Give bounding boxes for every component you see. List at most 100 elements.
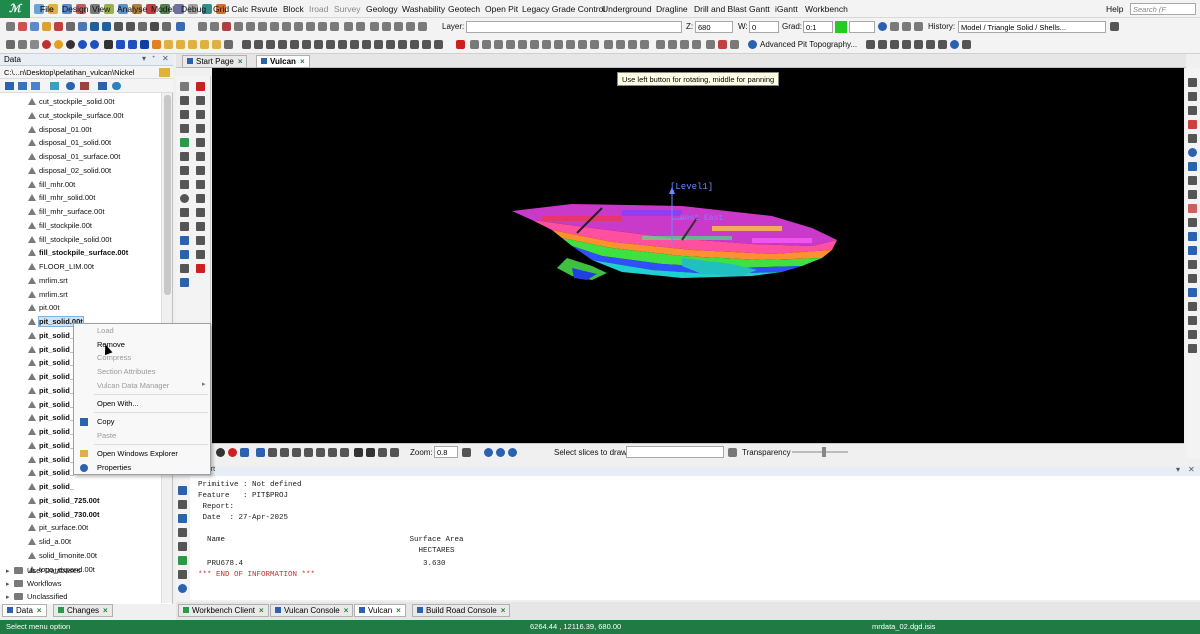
- reset-view-icon[interactable]: [422, 40, 431, 49]
- tab-vulcan-report[interactable]: Vulcan ×: [354, 604, 406, 617]
- menu-washability[interactable]: Washability: [402, 4, 445, 14]
- zoom-extents-icon[interactable]: [290, 40, 299, 49]
- copy-icon[interactable]: [66, 22, 75, 31]
- orbit-icon[interactable]: [304, 448, 313, 457]
- deselect-icon[interactable]: [590, 40, 599, 49]
- tree-file-item[interactable]: fill_stockpile.00t: [28, 219, 92, 232]
- draw-move-icon[interactable]: [196, 96, 205, 105]
- menu-item-section-attributes[interactable]: Section Attributes: [97, 366, 155, 378]
- select-inside-icon[interactable]: [566, 40, 575, 49]
- snap-line-icon[interactable]: [234, 22, 243, 31]
- grid-view-icon[interactable]: [50, 82, 59, 90]
- menu-geology[interactable]: Geology: [366, 4, 398, 14]
- tree-file-item[interactable]: fill_mhr_solid.00t: [28, 191, 95, 204]
- view-section-icon[interactable]: [350, 40, 359, 49]
- colour-select[interactable]: [849, 21, 875, 33]
- right-tool-17-icon[interactable]: [1188, 302, 1197, 311]
- menu-open-pit[interactable]: Open Pit: [485, 4, 518, 14]
- report-tool-3-icon[interactable]: [178, 514, 187, 523]
- tree-file-item[interactable]: pit.00t: [28, 301, 59, 314]
- draw-dimension-icon[interactable]: [196, 250, 205, 259]
- view-next-icon[interactable]: [374, 40, 383, 49]
- lighting-icon[interactable]: [390, 448, 399, 457]
- section-icon[interactable]: [224, 40, 233, 49]
- select-poly-icon[interactable]: [530, 40, 539, 49]
- draw-split-icon[interactable]: [196, 152, 205, 161]
- pit-tool-h-icon[interactable]: [962, 40, 971, 49]
- tree-file-item[interactable]: pit_solid_: [28, 466, 74, 479]
- menu-block[interactable]: Block: [283, 4, 304, 14]
- snap-icon[interactable]: [198, 22, 207, 31]
- paste-icon[interactable]: [78, 22, 87, 31]
- tree-file-item[interactable]: pit_solid_: [28, 384, 74, 397]
- slice-prev-icon[interactable]: [484, 448, 493, 457]
- menu-item-compress[interactable]: Compress: [97, 352, 131, 364]
- menu-debug[interactable]: Debug: [181, 4, 206, 14]
- right-tool-12-icon[interactable]: [1188, 232, 1197, 241]
- report-close-icon[interactable]: ✕: [1188, 465, 1195, 474]
- redraw-icon[interactable]: [398, 40, 407, 49]
- scissors-icon[interactable]: [162, 22, 171, 31]
- pan-icon[interactable]: [242, 40, 251, 49]
- menu-item-vulcan-data-manager[interactable]: Vulcan Data Manager: [97, 380, 169, 392]
- menu-geotech[interactable]: Geotech: [448, 4, 480, 14]
- tree-file-item[interactable]: pit_solid_: [28, 398, 74, 411]
- print-preview-icon[interactable]: [114, 22, 123, 31]
- grid-toggle-icon[interactable]: [316, 448, 325, 457]
- axis-icon[interactable]: [382, 22, 391, 31]
- tree-file-item[interactable]: pit_solid_: [28, 343, 74, 356]
- filter-type-icon[interactable]: [640, 40, 649, 49]
- menu-rsvute[interactable]: Rsvute: [251, 4, 277, 14]
- draw-curve-icon[interactable]: [180, 166, 189, 175]
- tree-file-item[interactable]: disposal_02_solid.00t: [28, 164, 111, 177]
- draw-line-icon[interactable]: [180, 110, 189, 119]
- tools-icon[interactable]: [706, 40, 715, 49]
- right-tool-6-icon[interactable]: [1188, 148, 1197, 157]
- tree-file-item[interactable]: FLOOR_LIM.00t: [28, 260, 94, 273]
- right-tool-19-icon[interactable]: [1188, 330, 1197, 339]
- draw-mirror-icon[interactable]: [196, 194, 205, 203]
- stop-icon[interactable]: [216, 448, 225, 457]
- menu-file[interactable]: File: [40, 4, 54, 14]
- zoom-apply-icon[interactable]: [462, 448, 471, 457]
- draw-polygon-icon[interactable]: [180, 124, 189, 133]
- view-prev-icon[interactable]: [386, 40, 395, 49]
- draw-circle-icon[interactable]: [180, 194, 189, 203]
- select-window-icon[interactable]: [518, 40, 527, 49]
- database-icon[interactable]: [200, 40, 209, 49]
- folder-icon[interactable]: [42, 22, 51, 31]
- menu-survey[interactable]: Survey: [334, 4, 360, 14]
- tree-file-item[interactable]: pit_solid_: [28, 453, 74, 466]
- report-tool-1-icon[interactable]: [178, 486, 187, 495]
- pin-panel-icon[interactable]: ᐩ: [152, 54, 155, 63]
- scrollbar-thumb[interactable]: [164, 95, 171, 295]
- tab-build-road-console[interactable]: Build Road Console ×: [412, 604, 511, 617]
- delete-icon[interactable]: [54, 22, 63, 31]
- pit-tool-c-icon[interactable]: [890, 40, 899, 49]
- draw-rect-icon[interactable]: [180, 152, 189, 161]
- draw-break-icon[interactable]: [196, 180, 205, 189]
- report-tool-2-icon[interactable]: [178, 500, 187, 509]
- menu-item-open-with[interactable]: Open With...: [97, 398, 139, 410]
- plane-icon[interactable]: [394, 22, 403, 31]
- drill-icon[interactable]: [188, 40, 197, 49]
- right-tool-14-icon[interactable]: [1188, 260, 1197, 269]
- report-tool-8-icon[interactable]: [178, 584, 187, 593]
- zoom-input[interactable]: 0.8: [434, 446, 458, 458]
- save-disk-icon[interactable]: [150, 22, 159, 31]
- undo-arrow-icon[interactable]: [90, 22, 99, 31]
- snap-tangent-icon[interactable]: [306, 22, 315, 31]
- draw-cancel-icon[interactable]: [196, 82, 205, 91]
- menu-model[interactable]: Model: [151, 4, 174, 14]
- circle-snap-icon[interactable]: [370, 22, 379, 31]
- draw-export-icon[interactable]: [180, 278, 189, 287]
- shell-icon[interactable]: [140, 40, 149, 49]
- tree-file-item[interactable]: disposal_01_surface.00t: [28, 150, 120, 163]
- draw-annotate-icon[interactable]: [180, 250, 189, 259]
- transparency-slider[interactable]: [792, 451, 848, 453]
- close-icon[interactable]: ✕: [162, 54, 169, 63]
- tree-file-item[interactable]: disposal_01_solid.00t: [28, 136, 111, 149]
- view-plan-icon[interactable]: [338, 40, 347, 49]
- report-tool-5-icon[interactable]: [178, 542, 187, 551]
- tree-file-item[interactable]: fill_mhr.00t: [28, 178, 75, 191]
